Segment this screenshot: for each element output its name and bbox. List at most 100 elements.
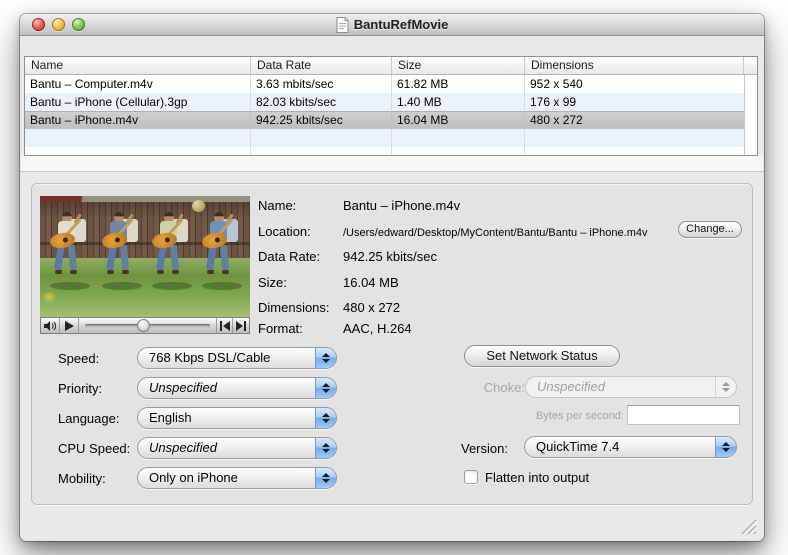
priority-label: Priority: [58, 381, 102, 396]
column-header-name[interactable]: Name [25, 57, 251, 74]
cell-size: 61.82 MB [392, 75, 525, 93]
minimize-button[interactable] [52, 18, 65, 31]
scrollbar-gutter-header [744, 57, 757, 74]
cpu-speed-label: CPU Speed: [58, 441, 130, 456]
section-divider-strip [21, 156, 763, 171]
guitarist-figure [200, 212, 244, 304]
set-network-status-button[interactable]: Set Network Status [464, 345, 620, 367]
step-forward-icon [236, 321, 246, 331]
play-button[interactable] [60, 318, 79, 333]
language-label: Language: [58, 411, 119, 426]
window-controls [32, 18, 85, 31]
name-label: Name: [258, 198, 343, 213]
volume-icon [44, 321, 56, 331]
video-controller [40, 317, 250, 334]
video-preview[interactable] [40, 196, 250, 317]
cell-dimensions: 176 x 99 [525, 93, 744, 111]
mobility-popup[interactable]: Only on iPhone [137, 467, 337, 489]
cell-data-rate: 3.63 mbits/sec [251, 75, 392, 93]
volume-button[interactable] [41, 318, 60, 333]
version-popup[interactable]: QuickTime 7.4 [524, 436, 737, 458]
timeline-slider[interactable] [79, 318, 216, 333]
section-divider-line [20, 171, 764, 172]
popup-stepper-icon [715, 377, 736, 397]
cpu-speed-value: Unspecified [149, 438, 312, 458]
window-title: BantuRefMovie [354, 17, 449, 32]
cell-data-rate: 82.03 kbits/sec [251, 93, 392, 111]
guitarist-figure [48, 212, 92, 304]
bytes-per-second-label: Bytes per second: [490, 410, 624, 422]
mobility-label: Mobility: [58, 471, 106, 486]
step-back-icon [220, 321, 230, 331]
speed-popup[interactable]: 768 Kbps DSL/Cable [137, 347, 337, 369]
format-label: Format: [258, 321, 343, 336]
step-back-button[interactable] [216, 318, 232, 333]
priority-value: Unspecified [149, 378, 312, 398]
table-row-empty[interactable] [25, 129, 744, 147]
flatten-label: Flatten into output [485, 470, 589, 485]
bytes-per-second-field[interactable] [627, 405, 740, 425]
dimensions-label: Dimensions: [258, 300, 343, 315]
speed-value: 768 Kbps DSL/Cable [149, 348, 312, 368]
popup-stepper-icon [715, 437, 736, 457]
cell-size: 1.40 MB [392, 93, 525, 111]
window: BantuRefMovie Name Data Rate Size Dimens… [20, 14, 764, 541]
resize-grip-icon[interactable] [738, 516, 758, 536]
location-label: Location: [258, 224, 343, 239]
table-body: Bantu – Computer.m4v 3.63 mbits/sec 61.8… [25, 75, 757, 155]
language-value: English [149, 408, 312, 428]
size-label: Size: [258, 275, 343, 290]
location-value: /Users/edward/Desktop/MyContent/Bantu/Ba… [343, 227, 648, 239]
document-icon[interactable] [336, 17, 349, 33]
flatten-checkbox[interactable] [464, 470, 478, 484]
size-value: 16.04 MB [343, 275, 399, 290]
language-popup[interactable]: English [137, 407, 337, 429]
cell-size: 16.04 MB [392, 111, 525, 129]
table-row[interactable]: Bantu – iPhone (Cellular).3gp 82.03 kbit… [25, 93, 744, 111]
dimensions-value: 480 x 272 [343, 300, 400, 315]
cell-name: Bantu – iPhone (Cellular).3gp [25, 93, 251, 111]
table-header: Name Data Rate Size Dimensions [25, 57, 757, 75]
choke-label: Choke: [445, 380, 525, 395]
table-row-selected[interactable]: Bantu – iPhone.m4v 942.25 kbits/sec 16.0… [25, 111, 744, 129]
data-rate-label: Data Rate: [258, 249, 343, 264]
priority-popup[interactable]: Unspecified [137, 377, 337, 399]
popup-stepper-icon [315, 408, 336, 428]
close-button[interactable] [32, 18, 45, 31]
title-proxy: BantuRefMovie [336, 17, 449, 33]
choke-popup: Unspecified [525, 376, 737, 398]
zoom-button[interactable] [72, 18, 85, 31]
play-icon [65, 321, 74, 331]
cpu-speed-popup[interactable]: Unspecified [137, 437, 337, 459]
cell-name: Bantu – iPhone.m4v [25, 111, 251, 129]
step-forward-button[interactable] [232, 318, 249, 333]
desktop-background: BantuRefMovie Name Data Rate Size Dimens… [0, 0, 788, 555]
column-header-dimensions[interactable]: Dimensions [525, 57, 744, 74]
speed-label: Speed: [58, 351, 99, 366]
version-label: Version: [461, 441, 508, 456]
popup-stepper-icon [315, 438, 336, 458]
slider-thumb[interactable] [137, 319, 150, 332]
cell-dimensions: 480 x 272 [525, 111, 744, 129]
choke-value: Unspecified [537, 377, 712, 397]
format-value: AAC, H.264 [343, 321, 412, 336]
ball-on-fence [192, 200, 205, 212]
popup-stepper-icon [315, 468, 336, 488]
popup-stepper-icon [315, 348, 336, 368]
column-header-data-rate[interactable]: Data Rate [251, 57, 392, 74]
cell-name: Bantu – Computer.m4v [25, 75, 251, 93]
cell-dimensions: 952 x 540 [525, 75, 744, 93]
table-row-empty[interactable] [25, 147, 744, 155]
scrollbar-gutter[interactable] [744, 75, 757, 155]
version-value: QuickTime 7.4 [536, 437, 712, 457]
titlebar[interactable]: BantuRefMovie [20, 14, 764, 36]
change-button[interactable]: Change... [678, 221, 742, 238]
column-header-size[interactable]: Size [392, 57, 525, 74]
name-value: Bantu – iPhone.m4v [343, 198, 460, 213]
mobility-value: Only on iPhone [149, 468, 312, 488]
cell-data-rate: 942.25 kbits/sec [251, 111, 392, 129]
guitarist-figure [100, 212, 144, 304]
table-row[interactable]: Bantu – Computer.m4v 3.63 mbits/sec 61.8… [25, 75, 744, 93]
popup-stepper-icon [315, 378, 336, 398]
guitarist-figure [150, 212, 194, 304]
